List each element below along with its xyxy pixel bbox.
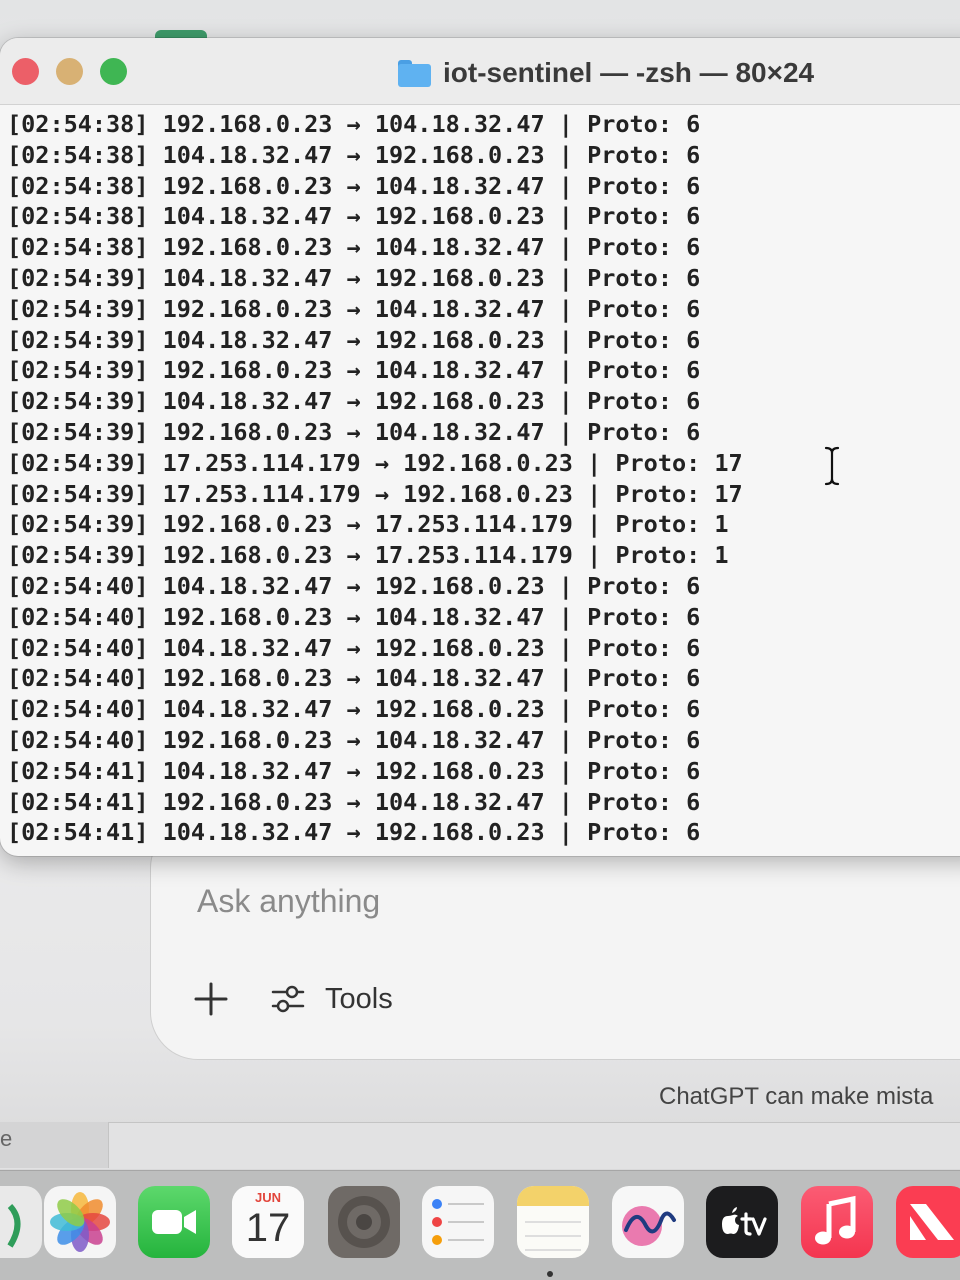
log-line: [02:54:41] 192.168.0.23 → 104.18.32.47 |… [7,787,701,816]
sliders-icon [271,985,305,1013]
chat-input-placeholder[interactable]: Ask anything [197,883,380,920]
log-line: [02:54:38] 104.18.32.47 → 192.168.0.23 |… [7,140,701,169]
notes-app[interactable] [517,1186,589,1258]
close-window-button[interactable] [12,58,39,85]
partial-app-icon [7,1203,21,1248]
log-line: [02:54:38] 104.18.32.47 → 192.168.0.23 |… [7,202,701,231]
chat-input-box[interactable]: Ask anything Tools [150,820,960,1060]
screen: Ask anything Tools ChatGPT can make mist… [0,0,960,1280]
log-line: [02:54:40] 104.18.32.47 → 192.168.0.23 |… [7,633,701,662]
apple-tv-app[interactable] [706,1186,778,1258]
left-strip-fragment: e [0,1122,109,1168]
terminal-window[interactable]: iot-sentinel — -zsh — 80×24 [02:54:38] 1… [0,38,960,856]
log-line: [02:54:40] 104.18.32.47 → 192.168.0.23 |… [7,571,701,600]
zoom-window-button[interactable] [100,58,127,85]
tools-button[interactable]: Tools [271,981,393,1017]
add-attachment-button[interactable] [193,981,229,1017]
freeform-icon [622,1206,676,1246]
log-line: [02:54:39] 192.168.0.23 → 104.18.32.47 |… [7,294,701,323]
music-app[interactable] [801,1186,873,1258]
log-line: [02:54:39] 192.168.0.23 → 104.18.32.47 |… [7,356,701,385]
reminders-icon [432,1199,484,1245]
notes-icon [517,1186,589,1251]
log-line: [02:54:39] 192.168.0.23 → 104.18.32.47 |… [7,417,701,446]
photos-icon [50,1192,110,1252]
dock-running-indicator [547,1271,553,1277]
settings-app[interactable] [328,1186,400,1258]
log-line: [02:54:39] 192.168.0.23 → 17.253.114.179… [7,541,729,570]
log-line: [02:54:41] 104.18.32.47 → 192.168.0.23 |… [7,818,701,847]
apple-tv-icon [722,1207,767,1236]
log-line: [02:54:39] 17.253.114.179 → 192.168.0.23… [7,448,743,477]
log-line: [02:54:41] 104.18.32.47 → 192.168.0.23 |… [7,756,701,785]
status-strip [0,1122,960,1169]
freeform-app[interactable] [612,1186,684,1258]
news-icon [910,1204,954,1240]
calendar-app[interactable]: JUN 17 [232,1186,304,1258]
log-line: [02:54:40] 192.168.0.23 → 104.18.32.47 |… [7,725,701,754]
calendar-day: 17 [245,1206,291,1250]
tools-label: Tools [325,982,393,1015]
text-cursor-icon [824,446,840,486]
log-line: [02:54:38] 192.168.0.23 → 104.18.32.47 |… [7,110,701,138]
terminal-output[interactable]: [02:54:38] 192.168.0.23 → 104.18.32.47 |… [7,109,960,854]
log-line: [02:54:38] 192.168.0.23 → 104.18.32.47 |… [7,233,701,262]
minimize-window-button[interactable] [56,58,83,85]
log-line: [02:54:39] 104.18.32.47 → 192.168.0.23 |… [7,325,701,354]
terminal-titlebar[interactable]: iot-sentinel — -zsh — 80×24 [0,38,960,105]
photos-app[interactable] [44,1186,116,1258]
facetime-app[interactable] [138,1186,210,1258]
settings-icon [338,1196,390,1248]
partial-dock-app-icon[interactable] [0,1186,42,1258]
log-line: [02:54:38] 192.168.0.23 → 104.18.32.47 |… [7,171,701,200]
news-app[interactable] [896,1186,960,1258]
log-line: [02:54:39] 104.18.32.47 → 192.168.0.23 |… [7,387,701,416]
log-line: [02:54:40] 104.18.32.47 → 192.168.0.23 |… [7,695,701,724]
facetime-icon [152,1210,196,1234]
calendar-month: JUN [254,1190,281,1205]
music-icon [815,1195,856,1245]
chat-disclaimer: ChatGPT can make mista [659,1083,934,1110]
folder-icon [398,59,431,87]
log-line: [02:54:39] 192.168.0.23 → 17.253.114.179… [7,510,729,539]
window-title-text: iot-sentinel — -zsh — 80×24 [443,57,815,88]
window-title: iot-sentinel — -zsh — 80×24 [398,53,814,93]
log-line: [02:54:39] 104.18.32.47 → 192.168.0.23 |… [7,263,701,292]
plus-icon [194,982,228,1016]
log-line: [02:54:40] 192.168.0.23 → 104.18.32.47 |… [7,664,701,693]
reminders-app[interactable] [422,1186,494,1258]
log-line: [02:54:40] 192.168.0.23 → 104.18.32.47 |… [7,602,701,631]
log-line: [02:54:39] 17.253.114.179 → 192.168.0.23… [7,479,743,508]
